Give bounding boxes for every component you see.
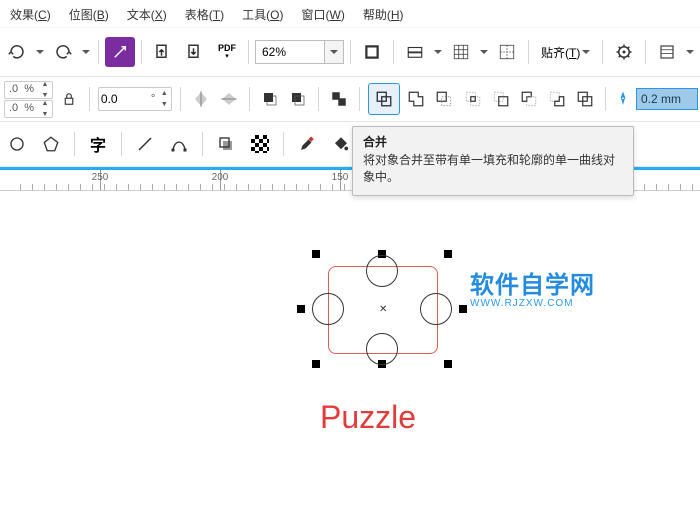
shape-circle[interactable] xyxy=(420,293,452,325)
undo-dropdown[interactable] xyxy=(34,37,46,67)
export-button[interactable] xyxy=(180,37,210,67)
show-guides-button[interactable] xyxy=(492,37,522,67)
trim-button[interactable] xyxy=(432,84,456,114)
intersect-button[interactable] xyxy=(460,84,484,114)
zoom-input[interactable] xyxy=(256,42,324,62)
rotation-field[interactable]: ° ▲▼ xyxy=(98,87,172,111)
polygon-tool[interactable] xyxy=(36,129,66,159)
zoom-dropdown[interactable] xyxy=(324,41,343,63)
options-button[interactable] xyxy=(609,37,639,67)
mirror-vertical-button[interactable] xyxy=(217,84,241,114)
scale-y-field[interactable]: .0 % ▲▼ xyxy=(4,100,53,118)
tick-label: 200 xyxy=(212,172,229,183)
tooltip: 合并 将对象合并至带有单一填充和轮廓的单一曲线对象中。 xyxy=(352,126,634,196)
show-rulers-button[interactable] xyxy=(400,37,430,67)
text-tool[interactable]: 字 xyxy=(83,129,113,159)
pen-nib-icon xyxy=(614,88,632,110)
menu-bitmaps[interactable]: 位图(B) xyxy=(69,6,109,23)
bezier-tool[interactable] xyxy=(164,129,194,159)
import-button[interactable] xyxy=(148,37,178,67)
redo-dropdown[interactable] xyxy=(80,37,92,67)
tooltip-title: 合并 xyxy=(363,133,623,150)
combine-button[interactable] xyxy=(368,83,400,115)
shape-circle[interactable] xyxy=(366,333,398,365)
scale-y-value: .0 xyxy=(5,103,20,114)
publish-pdf-button[interactable]: PDF ▾ xyxy=(212,37,242,67)
menu-effects[interactable]: 效果(C) xyxy=(10,6,51,23)
transparency-tool[interactable] xyxy=(245,129,275,159)
menu-table[interactable]: 表格(T) xyxy=(185,6,224,23)
mirror-horizontal-button[interactable] xyxy=(189,84,213,114)
search-launcher-button[interactable] xyxy=(105,37,135,67)
front-minus-back-button[interactable] xyxy=(517,84,541,114)
standard-toolbar: PDF ▾ 贴齐(T) xyxy=(0,28,700,77)
menu-help[interactable]: 帮助(H) xyxy=(363,6,404,23)
selection-handle[interactable] xyxy=(312,250,320,258)
selection-handle[interactable] xyxy=(312,360,320,368)
undo-button[interactable] xyxy=(2,37,32,67)
order-to-back-button[interactable] xyxy=(286,84,310,114)
shape-circle[interactable] xyxy=(366,255,398,287)
tooltip-body: 将对象合并至带有单一填充和轮廓的单一曲线对象中。 xyxy=(363,152,623,187)
order-to-front-button[interactable] xyxy=(258,84,282,114)
back-minus-front-button[interactable] xyxy=(545,84,569,114)
group-button[interactable] xyxy=(327,84,351,114)
launcher-dropdown[interactable] xyxy=(684,37,696,67)
menu-window[interactable]: 窗口(W) xyxy=(301,6,344,23)
show-grid-button[interactable] xyxy=(446,37,476,67)
scale-x-value: .0 xyxy=(5,84,20,95)
fullscreen-preview-button[interactable] xyxy=(357,37,387,67)
canvas-text-object[interactable]: Puzzle xyxy=(320,399,416,436)
grid-dropdown[interactable] xyxy=(478,37,490,67)
outline-width-input[interactable] xyxy=(636,88,698,110)
ellipse-tool[interactable] xyxy=(2,129,32,159)
chevron-down-icon xyxy=(582,50,590,54)
watermark-title: 软件自学网 xyxy=(470,265,595,300)
tick-label: 150 xyxy=(332,172,349,183)
drawing-canvas[interactable]: ✕ 软件自学网 WWW.RJZXW.COM Puzzle xyxy=(0,191,700,531)
rulers-dropdown[interactable] xyxy=(432,37,444,67)
rotation-input[interactable] xyxy=(99,89,147,109)
weld-button[interactable] xyxy=(404,84,428,114)
snap-menu[interactable]: 贴齐(T) xyxy=(535,44,596,61)
eyedropper-tool[interactable] xyxy=(292,129,322,159)
line-tool[interactable] xyxy=(130,129,160,159)
tick-label: 250 xyxy=(92,172,109,183)
property-bar: .0 % ▲▼ .0 % ▲▼ ° ▲▼ xyxy=(0,77,700,122)
lock-ratio-button[interactable] xyxy=(57,84,81,114)
selection-handle[interactable] xyxy=(444,250,452,258)
zoom-combo[interactable] xyxy=(255,40,344,64)
selection-center-icon: ✕ xyxy=(379,304,387,315)
selection-handle[interactable] xyxy=(297,305,305,313)
simplify-button[interactable] xyxy=(489,84,513,114)
menu-tools[interactable]: 工具(O) xyxy=(242,6,283,23)
pdf-label: PDF xyxy=(218,44,236,53)
app-launcher-button[interactable] xyxy=(652,37,682,67)
menu-text[interactable]: 文本(X) xyxy=(127,6,167,23)
menu-bar: 效果(C) 位图(B) 文本(X) 表格(T) 工具(O) 窗口(W) 帮助(H… xyxy=(0,0,700,28)
scale-x-field[interactable]: .0 % ▲▼ xyxy=(4,81,53,99)
checker-icon xyxy=(251,135,269,153)
shape-circle[interactable] xyxy=(312,293,344,325)
boundary-button[interactable] xyxy=(573,84,597,114)
watermark: 软件自学网 WWW.RJZXW.COM xyxy=(470,265,595,309)
selection-handle[interactable] xyxy=(444,360,452,368)
redo-button[interactable] xyxy=(48,37,78,67)
selection-handle[interactable] xyxy=(459,305,467,313)
drop-shadow-tool[interactable] xyxy=(211,129,241,159)
